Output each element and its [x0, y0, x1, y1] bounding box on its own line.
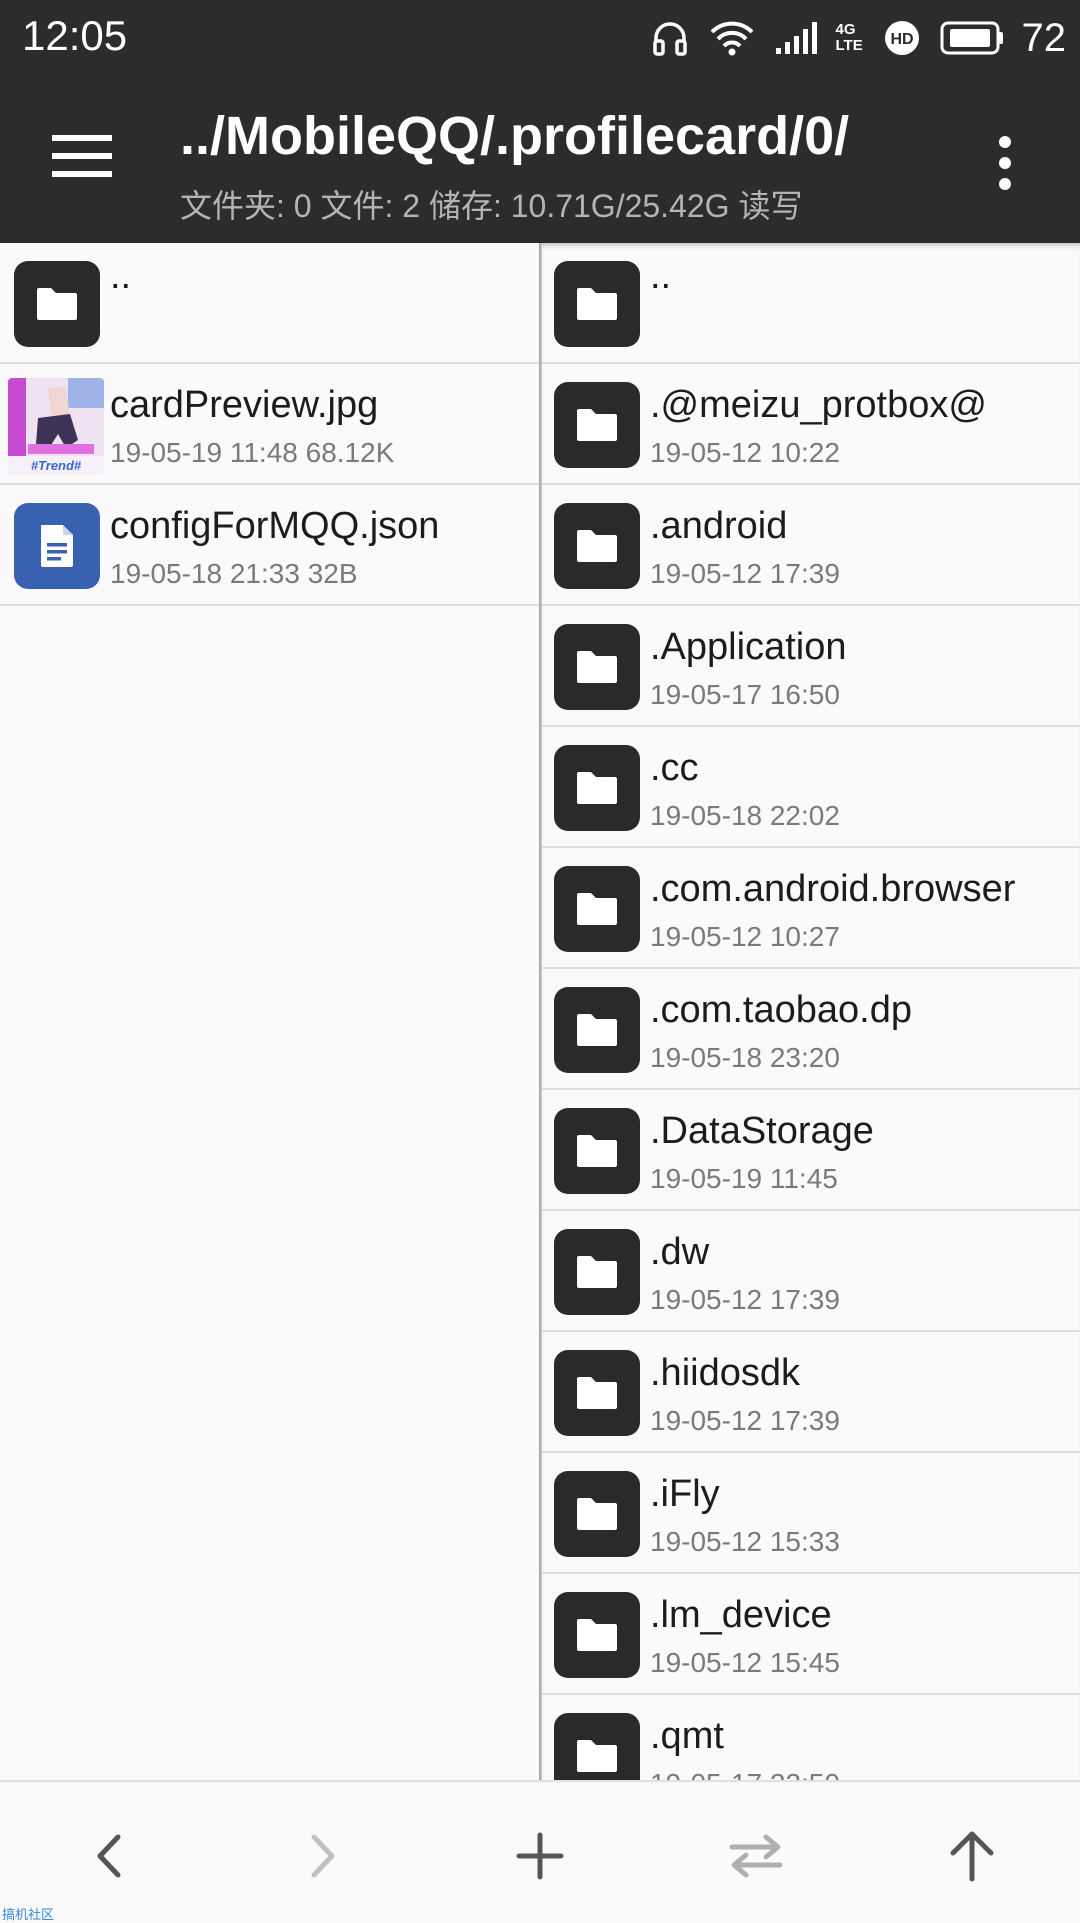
folder-meta: 19-05-12 17:39 — [650, 558, 840, 589]
folder-icon — [554, 1350, 640, 1436]
folder-meta: 19-05-17 22:50 — [650, 1768, 840, 1780]
list-item-folder[interactable]: .DataStorage 19-05-19 11:45 — [542, 1090, 1080, 1211]
file-name: .. — [110, 255, 132, 297]
more-vertical-icon — [999, 136, 1011, 190]
file-meta: 19-05-19 11:48 68.12K — [110, 437, 395, 468]
folder-name: .. — [650, 255, 672, 297]
storage-info: 文件夹: 0 文件: 2 储存: 10.71G/25.42G 读写 — [180, 188, 803, 224]
folder-icon — [554, 382, 640, 468]
add-button[interactable] — [500, 1816, 580, 1896]
add-icon — [516, 1832, 564, 1880]
list-item-folder[interactable]: .cc 19-05-18 22:02 — [542, 727, 1080, 848]
back-arrow-icon — [97, 1834, 121, 1878]
status-time: 12:05 — [22, 12, 128, 59]
file-meta: 19-05-18 21:33 32B — [110, 558, 358, 589]
battery-icon — [940, 21, 1003, 55]
folder-meta: 19-05-12 15:45 — [650, 1647, 840, 1678]
folder-meta: 19-05-12 17:39 — [650, 1405, 840, 1436]
headphones-icon — [652, 22, 687, 56]
status-bar: 12:05 4G LTE HD 72 — [0, 0, 1080, 75]
network-type-label: 4G LTE — [835, 21, 863, 54]
bottom-action-bar — [0, 1780, 1080, 1920]
folder-icon — [554, 1108, 640, 1194]
folder-icon — [554, 1229, 640, 1315]
wifi-icon — [710, 21, 753, 56]
folder-icon — [554, 261, 640, 347]
folder-icon — [554, 503, 640, 589]
swap-panes-button[interactable] — [716, 1816, 796, 1896]
folder-icon — [554, 745, 640, 831]
folder-icon — [554, 1592, 640, 1678]
list-item-folder[interactable]: .android 19-05-12 17:39 — [542, 485, 1080, 606]
folder-icon — [554, 624, 640, 710]
up-directory-button[interactable] — [932, 1816, 1012, 1896]
more-options-button[interactable] — [985, 133, 1025, 193]
file-name: configForMQQ.json — [110, 505, 440, 547]
folder-meta: 19-05-17 16:50 — [650, 679, 840, 710]
list-item-folder[interactable]: .@meizu_protbox@ 19-05-12 10:22 — [542, 364, 1080, 485]
folder-name: .cc — [650, 747, 699, 789]
list-item-folder[interactable]: .com.taobao.dp 19-05-18 23:20 — [542, 969, 1080, 1090]
folder-icon — [14, 261, 100, 347]
battery-percent: 72 — [1021, 15, 1067, 60]
file-name: cardPreview.jpg — [110, 384, 379, 426]
folder-name: .lm_device — [650, 1594, 832, 1636]
folder-meta: 19-05-12 10:22 — [650, 437, 840, 468]
list-item-parent-dir[interactable]: .. — [542, 243, 1080, 364]
back-button[interactable] — [68, 1816, 148, 1896]
forward-button[interactable] — [284, 1816, 364, 1896]
folder-name: .com.taobao.dp — [650, 989, 912, 1031]
list-item-file[interactable]: #Trend# cardPreview.jpg 19-05-19 11:48 6… — [0, 364, 539, 485]
folder-name: .android — [650, 505, 788, 547]
forward-arrow-icon — [311, 1834, 335, 1878]
swap-icon — [729, 1834, 783, 1878]
folder-name: .DataStorage — [650, 1110, 874, 1152]
folder-meta: 19-05-12 17:39 — [650, 1284, 840, 1315]
folder-name: .com.android.browser — [650, 868, 1016, 910]
image-thumbnail: #Trend# — [8, 378, 104, 474]
list-item-parent-dir[interactable]: .. — [0, 243, 539, 364]
folder-icon — [554, 1713, 640, 1780]
up-arrow-icon — [950, 1831, 994, 1882]
svg-text:HD: HD — [890, 31, 913, 48]
app-bar: ../MobileQQ/.profilecard/0/ 文件夹: 0 文件: 2… — [0, 75, 1080, 243]
list-item-folder[interactable]: .qmt 19-05-17 22:50 — [542, 1695, 1080, 1780]
status-icons: 4G LTE HD 72 — [650, 10, 1067, 66]
folder-meta: 19-05-12 15:33 — [650, 1526, 840, 1557]
folder-meta: 19-05-12 10:27 — [650, 921, 840, 952]
current-path-title: ../MobileQQ/.profilecard/0/ — [180, 106, 850, 166]
folder-name: .@meizu_protbox@ — [650, 384, 987, 426]
folder-meta: 19-05-18 22:02 — [650, 800, 840, 831]
list-item-folder[interactable]: .dw 19-05-12 17:39 — [542, 1211, 1080, 1332]
folder-name: .qmt — [650, 1715, 724, 1757]
hd-icon: HD — [884, 21, 919, 55]
folder-name: .Application — [650, 626, 847, 668]
hamburger-menu-icon — [52, 135, 112, 177]
list-item-folder[interactable]: .lm_device 19-05-12 15:45 — [542, 1574, 1080, 1695]
watermark-text: 搞机社区 — [2, 1907, 55, 1922]
menu-button[interactable] — [50, 130, 114, 182]
folder-name: .iFly — [650, 1473, 720, 1515]
document-icon — [14, 503, 100, 589]
signal-icon — [775, 22, 817, 54]
list-item-file[interactable]: configForMQQ.json 19-05-18 21:33 32B — [0, 485, 539, 606]
folder-icon — [554, 866, 640, 952]
folder-name: .dw — [650, 1231, 710, 1273]
folder-meta: 19-05-19 11:45 — [650, 1163, 838, 1194]
right-file-pane[interactable]: .. .@meizu_protbox@ 19-05-12 10:22 .andr… — [542, 243, 1080, 1780]
list-item-folder[interactable]: .hiidosdk 19-05-12 17:39 — [542, 1332, 1080, 1453]
folder-name: .hiidosdk — [650, 1352, 800, 1394]
folder-meta: 19-05-18 23:20 — [650, 1042, 840, 1073]
list-item-folder[interactable]: .iFly 19-05-12 15:33 — [542, 1453, 1080, 1574]
list-item-folder[interactable]: .com.android.browser 19-05-12 10:27 — [542, 848, 1080, 969]
svg-text:#Trend#: #Trend# — [31, 458, 82, 473]
folder-icon — [554, 1471, 640, 1557]
list-item-folder[interactable]: .Application 19-05-17 16:50 — [542, 606, 1080, 727]
folder-icon — [554, 987, 640, 1073]
left-file-pane[interactable]: .. #Trend# cardPreview.jpg 19-05-19 11:4… — [0, 243, 539, 1780]
